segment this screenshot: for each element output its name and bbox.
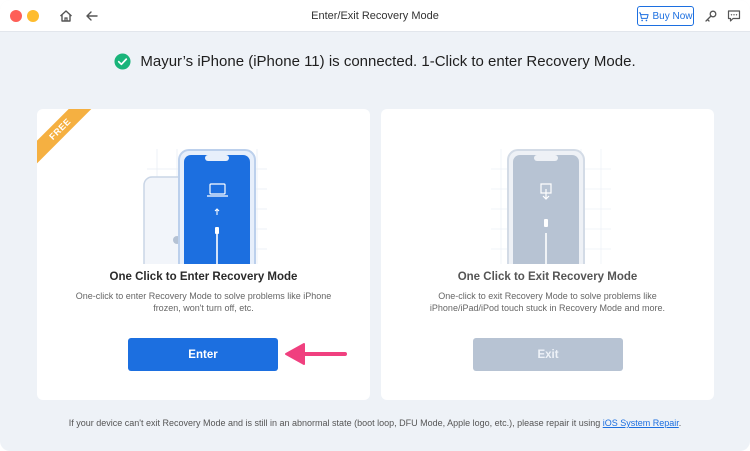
buy-now-label: Buy Now (652, 10, 693, 22)
exit-card-description: One-click to exit Recovery Mode to solve… (429, 291, 666, 313)
status-message: Mayur’s iPhone (iPhone 11) is connected.… (140, 52, 636, 70)
exit-card-title: One Click to Exit Recovery Mode (457, 271, 638, 283)
free-badge-label: FREE (37, 109, 97, 167)
free-badge: FREE (37, 109, 97, 169)
feedback-icon[interactable] (727, 9, 741, 23)
footer-text: If your device can't exit Recovery Mode … (68, 418, 603, 428)
footer-note: If your device can't exit Recovery Mode … (0, 418, 750, 428)
pointer-arrow-icon (285, 343, 347, 365)
cart-icon (639, 11, 650, 21)
enter-button[interactable]: Enter (128, 338, 278, 371)
home-icon[interactable] (58, 8, 74, 24)
connection-status: Mayur’s iPhone (iPhone 11) is connected.… (0, 50, 750, 72)
check-circle-icon (114, 52, 131, 70)
back-arrow-icon[interactable] (84, 8, 100, 24)
exit-button[interactable]: Exit (473, 338, 623, 371)
key-icon[interactable] (704, 9, 718, 23)
title-bar: Enter/Exit Recovery Mode Buy Now (0, 0, 750, 32)
phone-exit-illustration (491, 149, 611, 264)
buy-now-button[interactable]: Buy Now (637, 6, 694, 26)
enter-card-description: One-click to enter Recovery Mode to solv… (75, 291, 332, 313)
footer-suffix: . (678, 418, 682, 428)
minimize-window-button[interactable] (27, 10, 39, 22)
close-window-button[interactable] (10, 10, 22, 22)
app-window: Enter/Exit Recovery Mode Buy Now Mayur’s… (0, 0, 750, 451)
exit-recovery-card: One Click to Exit Recovery Mode One-clic… (381, 109, 714, 400)
ios-system-repair-link[interactable]: iOS System Repair (603, 418, 679, 428)
enter-card-title: One Click to Enter Recovery Mode (109, 271, 298, 283)
